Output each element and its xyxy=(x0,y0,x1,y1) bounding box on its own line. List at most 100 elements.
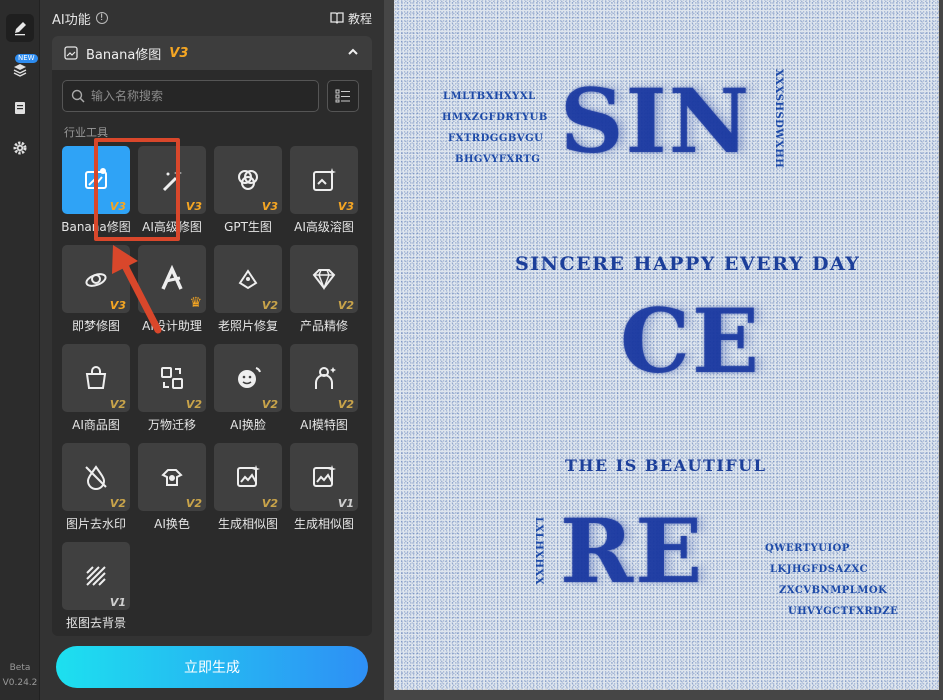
diamond-icon xyxy=(312,269,336,291)
poster-tl-line-4: BHGVYFXRTG xyxy=(455,154,541,165)
new-badge: NEW xyxy=(15,54,38,63)
list-view-button[interactable] xyxy=(327,80,359,112)
tutorial-link[interactable]: 教程 xyxy=(330,10,372,27)
tool-version-badge: V2 xyxy=(261,497,278,510)
face-swap-icon xyxy=(238,367,261,388)
document-icon xyxy=(15,102,25,114)
tool-label: AI模特图 xyxy=(300,418,348,432)
poster-tagline: SINCERE HAPPY EVERY DAY xyxy=(515,253,861,275)
poster-br-line-4: UHVYGCTFXRDZE xyxy=(788,606,899,617)
search-input[interactable] xyxy=(91,89,291,103)
layers-icon xyxy=(13,64,27,77)
tool-tile-5[interactable]: ♛ AI设计助理 xyxy=(138,245,206,334)
tool-version-badge: V1 xyxy=(109,596,126,609)
panel-header: AI功能 ! 教程 xyxy=(52,8,372,28)
tool-tile-13[interactable]: V2 AI换色 xyxy=(138,443,206,532)
tool-tile-4[interactable]: V3 即梦修图 xyxy=(62,245,130,334)
poster-canvas[interactable]: LMLTBXHXYXL HMXZGFDRTYUB FXTRDGGBVGU BHG… xyxy=(394,0,939,690)
tool-tile-icon-box[interactable]: V2 xyxy=(214,344,282,412)
tool-version-badge: V3 xyxy=(261,200,278,213)
info-icon[interactable]: ! xyxy=(95,12,108,24)
tool-version-badge: V2 xyxy=(337,398,354,411)
tool-tile-icon-box[interactable]: V1 xyxy=(290,443,358,511)
generate-button[interactable]: 立即生成 xyxy=(56,646,368,688)
tool-version-badge: V2 xyxy=(109,497,126,510)
tool-label: GPT生图 xyxy=(224,220,272,234)
similar-image-icon xyxy=(237,465,260,487)
section-version: V3 xyxy=(169,45,189,61)
app-window: NEW Beta V0.24.2 AI功能 ! 教程 Banana修图 V3 输… xyxy=(0,0,943,700)
poster-tl-line-1: LMLTBXHXYXL xyxy=(443,91,536,102)
tool-tile-15[interactable]: V1 生成相似图 xyxy=(290,443,358,532)
tool-tile-8[interactable]: V2 AI商品图 xyxy=(62,344,130,433)
gear-icon xyxy=(13,141,27,155)
tool-tile-9[interactable]: V2 万物迁移 xyxy=(138,344,206,433)
tool-version-badge: V3 xyxy=(109,299,126,312)
watermark-remove-icon xyxy=(85,465,107,490)
design-assistant-icon xyxy=(161,265,183,290)
model-icon xyxy=(315,367,336,389)
ai-panel: AI功能 ! 教程 Banana修图 V3 行业工具 xyxy=(40,0,405,700)
book-icon xyxy=(330,12,344,24)
tool-label: 万物迁移 xyxy=(147,418,196,432)
tool-tile-icon-box[interactable]: V2 xyxy=(138,443,206,511)
tool-tile-icon-box[interactable]: V2 xyxy=(214,245,282,313)
color-change-icon xyxy=(161,469,183,486)
similar-image-icon xyxy=(313,465,336,487)
poster-br-line-1: QWERTYUIOP xyxy=(765,543,850,554)
tool-version-badge: V3 xyxy=(337,200,354,213)
tool-tile-10[interactable]: V2 AI换脸 xyxy=(214,344,282,433)
tool-label: 即梦修图 xyxy=(71,319,120,333)
section-header[interactable]: Banana修图 V3 xyxy=(52,36,372,70)
tool-tile-6[interactable]: V2 老照片修复 xyxy=(214,245,282,334)
shopping-bag-icon xyxy=(85,366,107,389)
tool-label: AI换脸 xyxy=(230,418,266,432)
tool-version-badge: V2 xyxy=(185,398,202,411)
crown-icon: ♛ xyxy=(189,295,202,311)
tool-label: 老照片修复 xyxy=(217,319,278,333)
transfer-icon xyxy=(161,367,183,389)
poster-br-line-3: ZXCVBNMPLMOK xyxy=(779,585,888,596)
tool-version-badge: V2 xyxy=(261,299,278,312)
tutorial-label: 教程 xyxy=(347,11,372,26)
tool-tile-icon-box[interactable]: V2 xyxy=(214,443,282,511)
image-sparkle-icon xyxy=(313,168,336,191)
tool-tile-icon-box[interactable]: V2 xyxy=(290,245,358,313)
section-title: Banana修图 xyxy=(86,47,162,63)
image-edit-icon xyxy=(64,46,78,60)
tool-label: 抠图去背景 xyxy=(65,616,126,630)
tool-tile-icon-box[interactable]: V3 xyxy=(214,146,282,214)
version-label: V0.24.2 xyxy=(2,678,38,688)
gpt-logo-icon xyxy=(238,170,258,190)
settings-button[interactable] xyxy=(6,134,34,162)
tool-label: 生成相似图 xyxy=(293,517,354,531)
tool-label: 产品精修 xyxy=(299,319,348,333)
chevron-up-icon[interactable] xyxy=(348,47,358,57)
tool-tile-icon-box[interactable]: V2 xyxy=(62,344,130,412)
tool-tile-icon-box[interactable]: V1 xyxy=(62,542,130,610)
search-box[interactable] xyxy=(62,80,319,112)
tool-tile-icon-box[interactable]: V3 xyxy=(62,245,130,313)
tool-label: 图片去水印 xyxy=(65,517,126,531)
dream-icon xyxy=(85,273,107,287)
tool-tile-icon-box[interactable]: V3 xyxy=(290,146,358,214)
poster-big-re: RE xyxy=(560,499,705,603)
tool-tile-14[interactable]: V2 生成相似图 xyxy=(214,443,282,532)
tool-version-badge: V2 xyxy=(337,299,354,312)
tool-label: AI商品图 xyxy=(72,418,120,432)
tool-tile-3[interactable]: V3 AI高级溶图 xyxy=(290,146,358,235)
list-icon xyxy=(335,89,350,103)
tool-label: AI高级溶图 xyxy=(294,220,354,234)
tool-tile-16[interactable]: V1 抠图去背景 xyxy=(62,542,130,631)
tool-tile-icon-box[interactable]: V2 xyxy=(138,344,206,412)
tool-tile-icon-box[interactable]: V2 xyxy=(290,344,358,412)
tool-tile-12[interactable]: V2 图片去水印 xyxy=(62,443,130,532)
tool-tile-icon-box[interactable]: V2 xyxy=(62,443,130,511)
document-button[interactable] xyxy=(6,94,34,122)
tool-tile-icon-box[interactable]: ♛ xyxy=(138,245,206,313)
tool-tile-11[interactable]: V2 AI模特图 xyxy=(290,344,358,433)
tool-tile-7[interactable]: V2 产品精修 xyxy=(290,245,358,334)
tool-version-badge: V3 xyxy=(185,200,202,213)
tool-tile-2[interactable]: V3 GPT生图 xyxy=(214,146,282,235)
edit-tool-button[interactable] xyxy=(6,14,34,42)
